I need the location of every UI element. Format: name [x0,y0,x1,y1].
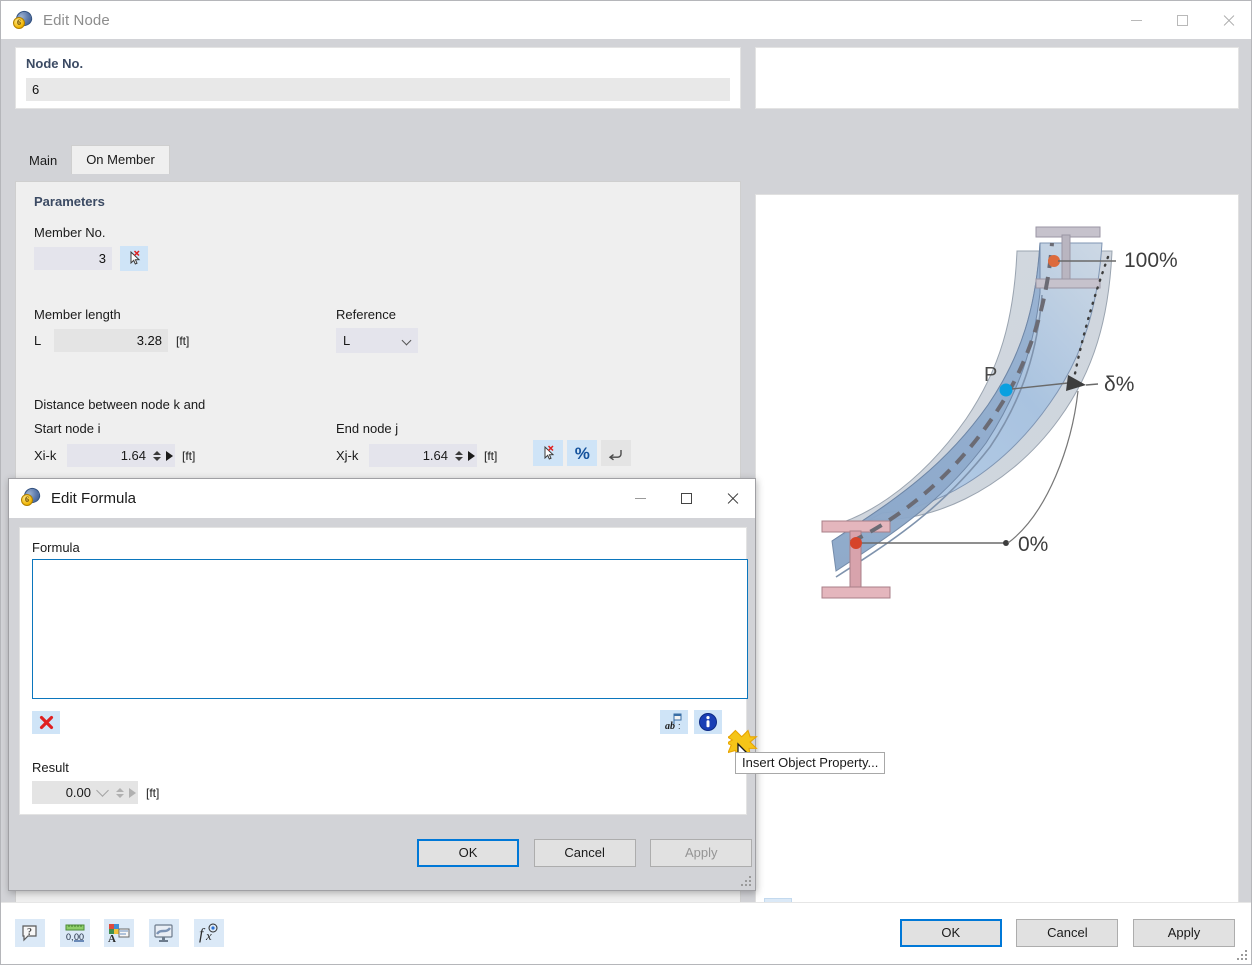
edit-formula-dialog: 6 Edit Formula Formula ab: Result 0.00 … [8,478,756,891]
tab-main[interactable]: Main [15,147,71,175]
main-resize-grip[interactable] [1235,948,1247,960]
svg-text:0,: 0, [66,932,74,942]
reference-label: Reference [336,307,396,322]
start-node-marker [850,537,862,549]
start-node-label: Start node i [34,421,101,436]
node-no-value[interactable]: 6 [26,78,730,101]
member-graphic-panel: 100% δ% 0% P [755,194,1239,933]
svg-text:?: ? [27,927,32,938]
play-arrow-icon [129,787,136,798]
parameters-title: Parameters [34,194,105,209]
curved-beam-diagram: 100% δ% 0% P [821,226,1178,599]
formula-cancel-button[interactable]: Cancel [533,839,636,867]
maximize-icon[interactable] [1159,1,1205,39]
window-title: Edit Node [43,11,110,29]
start-node-value[interactable]: 1.64 [67,448,151,463]
chevron-down-icon [401,335,412,346]
end-node-value[interactable]: 1.64 [369,448,453,463]
select-cursor-icon[interactable] [533,440,564,466]
play-arrow-icon[interactable] [166,450,173,461]
member-length-input [54,329,168,352]
formula-window-title: Edit Formula [51,490,137,507]
help-bubble-icon[interactable]: ? [15,919,45,947]
svg-text:A: A [108,933,116,943]
svg-text::: : [678,721,681,731]
tabstrip-filler [170,124,236,152]
minimize-icon[interactable] [617,479,663,517]
member-length-symbol: L [34,333,42,348]
visualization-icon[interactable] [148,919,179,947]
formula-resize-grip[interactable] [739,874,751,886]
member-length-unit: [ft] [176,333,190,348]
main-footer: ? 0, 00 A f x OK Cancel Apply [1,902,1251,964]
formula-ok-button[interactable]: OK [417,839,519,867]
label-delta-percent: δ% [1104,373,1134,396]
formula-window-controls [617,479,755,517]
formula-input[interactable] [32,559,748,699]
spinner-arrows-icon [114,784,125,802]
formula-content-panel: Formula ab : Result 0.00 [ft] [19,527,748,815]
fx-icon[interactable]: f x [193,919,224,947]
rfem-node-icon: 6 [13,8,34,30]
node-no-panel: Node No. 6 [15,47,741,109]
end-node-label: End node j [336,421,399,436]
spinner-arrows-icon[interactable] [151,447,162,465]
rfem-node-icon: 6 [21,485,42,510]
label-point-p: P [984,364,997,386]
chevron-down-icon [96,784,109,797]
label-100-percent: 100% [1124,249,1178,272]
close-icon[interactable] [1205,1,1251,39]
svg-text:x: x [205,928,212,943]
result-value: 0.00 [65,785,91,800]
close-icon[interactable] [709,479,755,517]
formula-footer: OK Cancel Apply [9,828,755,890]
main-titlebar: 6 Edit Node [1,1,1251,39]
reference-combo[interactable]: L [336,328,418,353]
result-label: Result [32,760,69,775]
window-controls [1113,1,1251,39]
formula-apply-button: Apply [650,839,753,867]
start-node-symbol: Xi-k [34,448,57,463]
member-length-label: Member length [34,307,121,322]
formula-label: Formula [32,540,80,555]
tabstrip: Main On Member [15,124,741,174]
top-right-blank-panel [755,47,1239,109]
ab-variable-icon[interactable]: ab : [660,710,688,734]
percent-icon[interactable]: % [567,440,598,466]
minimize-icon[interactable] [1113,1,1159,39]
end-node-unit: [ft] [484,448,498,463]
formula-titlebar: 6 Edit Formula [9,479,755,518]
start-node-unit: [ft] [182,448,196,463]
point-p-marker [999,383,1013,397]
start-node-spinner[interactable]: 1.64 [67,444,175,467]
reverse-arrow-icon[interactable] [601,440,632,466]
result-spinner: 0.00 [32,781,138,804]
distance-label: Distance between node k and [34,397,206,412]
tab-on-member[interactable]: On Member [71,144,170,174]
member-no-label: Member No. [34,225,106,240]
display-properties-icon[interactable]: A [104,919,135,947]
main-ok-button[interactable]: OK [899,919,1002,947]
node-no-title: Node No. [26,56,84,71]
select-member-cursor-icon[interactable] [120,246,148,271]
svg-text:f: f [199,926,206,943]
insert-object-property-tooltip: Insert Object Property... [735,752,886,774]
units-ruler-icon[interactable]: 0, 00 [59,919,90,947]
end-node-symbol: Xj-k [336,448,359,463]
clear-formula-button[interactable] [32,710,60,734]
result-unit: [ft] [146,785,160,800]
main-cancel-button[interactable]: Cancel [1016,919,1119,947]
maximize-icon[interactable] [663,479,709,517]
main-apply-button[interactable]: Apply [1133,919,1235,947]
insert-object-property-button[interactable] [694,710,722,734]
label-0-percent: 0% [1018,533,1048,556]
play-arrow-icon[interactable] [468,450,475,461]
reference-value: L [343,333,351,348]
spinner-arrows-icon[interactable] [453,447,464,465]
end-node-spinner[interactable]: 1.64 [369,444,477,467]
svg-text:ab: ab [665,721,675,732]
member-no-input[interactable] [34,247,112,270]
